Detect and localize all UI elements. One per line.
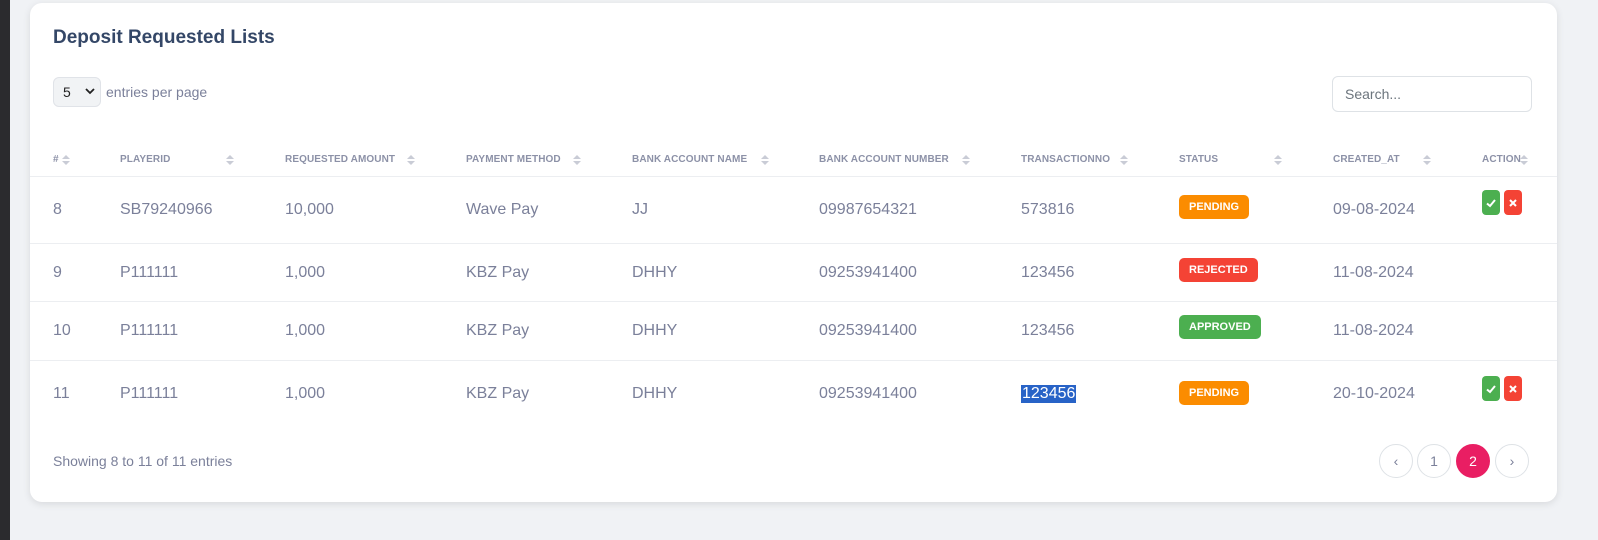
sort-icon[interactable] <box>1520 143 1528 176</box>
row-account-name: DHHY <box>632 385 678 402</box>
row-created-at: 11-08-2024 <box>1333 322 1414 339</box>
column-header-playerid[interactable]: PLAYERID <box>120 143 170 176</box>
sort-icon[interactable] <box>962 143 970 176</box>
pagination-page-2[interactable]: 2 <box>1456 444 1490 478</box>
table-row: 11 P111111 1,000 KBZ Pay DHHY 0925394140… <box>30 361 1557 427</box>
row-created-at: 20-10-2024 <box>1333 385 1415 402</box>
per-page-value: 5 <box>63 84 71 100</box>
check-icon <box>1486 384 1496 393</box>
row-amount: 1,000 <box>285 322 326 339</box>
row-payment-method: KBZ Pay <box>466 322 530 339</box>
entries-per-page: 5 entries per page <box>53 76 207 108</box>
column-header-bank-account-name[interactable]: BANK ACCOUNT NAME <box>632 143 747 176</box>
chevron-down-icon <box>85 87 95 98</box>
column-header-payment-method[interactable]: PAYMENT METHOD <box>466 143 561 176</box>
row-id: 9 <box>53 263 62 281</box>
row-created-at: 09-08-2024 <box>1333 201 1415 218</box>
sort-icon[interactable] <box>62 143 70 176</box>
row-payment-method: KBZ Pay <box>466 385 530 402</box>
row-amount: 1,000 <box>285 385 326 402</box>
window-edge <box>0 0 10 540</box>
close-icon <box>1509 384 1517 393</box>
column-header-transactionno[interactable]: TRANSACTIONNO <box>1021 143 1110 176</box>
sort-icon[interactable] <box>573 143 581 176</box>
status-badge: APPROVED <box>1179 315 1261 339</box>
sort-icon[interactable] <box>1274 143 1282 176</box>
entries-summary: Showing 8 to 11 of 11 entries <box>53 453 233 469</box>
status-badge: PENDING <box>1179 381 1250 405</box>
row-player-id: P111111 <box>120 385 179 402</box>
table-row: 8 SB79240966 10,000 Wave Pay JJ 09987654… <box>30 177 1557 244</box>
reject-button[interactable] <box>1504 376 1522 401</box>
column-header-requested-amount[interactable]: REQUESTED AMOUNT <box>285 143 395 176</box>
reject-button[interactable] <box>1504 190 1522 215</box>
sort-icon[interactable] <box>1423 143 1431 176</box>
column-header-action[interactable]: ACTION <box>1482 143 1521 176</box>
row-transaction-no: 123456 <box>1021 263 1075 281</box>
table-row: 9 P111111 1,000 KBZ Pay DHHY 09253941400… <box>30 244 1557 302</box>
row-account-number: 09253941400 <box>819 322 917 339</box>
search-input[interactable] <box>1332 76 1532 112</box>
status-badge: PENDING <box>1179 195 1250 219</box>
close-icon <box>1509 198 1517 207</box>
row-player-id: SB79240966 <box>120 201 213 218</box>
row-account-number: 09987654321 <box>819 201 917 218</box>
row-transaction-no-cell: 123456 <box>1021 361 1077 427</box>
table-row: 10 P111111 1,000 KBZ Pay DHHY 0925394140… <box>30 302 1557 361</box>
column-header-status[interactable]: STATUS <box>1179 143 1218 176</box>
per-page-select[interactable]: 5 <box>53 77 101 107</box>
column-header-id[interactable]: # <box>53 143 59 176</box>
check-icon <box>1486 198 1496 207</box>
deposit-requests-card: Deposit Requested Lists 5 entries per pa… <box>30 3 1557 502</box>
pagination-next-button[interactable]: › <box>1495 444 1529 478</box>
column-header-created-at[interactable]: CREATED_AT <box>1333 143 1400 176</box>
row-account-name: DHHY <box>632 322 678 339</box>
row-id: 8 <box>53 201 62 218</box>
row-player-id: P111111 <box>120 322 179 339</box>
sort-icon[interactable] <box>1120 143 1128 176</box>
row-created-at: 11-08-2024 <box>1333 263 1414 281</box>
sort-icon[interactable] <box>407 143 415 176</box>
row-payment-method: Wave Pay <box>466 201 539 218</box>
row-amount: 10,000 <box>285 201 334 218</box>
table-header: # PLAYERID REQUESTED AMOUNT PAYMENT METH… <box>30 143 1557 177</box>
row-account-number: 09253941400 <box>819 263 917 281</box>
status-badge: REJECTED <box>1179 258 1258 282</box>
sort-icon[interactable] <box>761 143 769 176</box>
row-account-number: 09253941400 <box>819 385 917 402</box>
column-header-bank-account-number[interactable]: BANK ACCOUNT NUMBER <box>819 143 949 176</box>
approve-button[interactable] <box>1482 190 1500 215</box>
row-account-name: JJ <box>632 201 648 218</box>
row-player-id: P111111 <box>120 263 179 281</box>
page-title: Deposit Requested Lists <box>53 27 275 48</box>
per-page-label: entries per page <box>106 84 208 100</box>
row-id: 10 <box>53 322 71 339</box>
row-transaction-no: 573816 <box>1021 201 1075 218</box>
pagination-prev-button[interactable]: ‹ <box>1379 444 1413 478</box>
row-account-name: DHHY <box>632 263 678 281</box>
row-transaction-no-selected: 123456 <box>1021 385 1077 403</box>
row-id: 11 <box>53 385 70 402</box>
pagination-page-1[interactable]: 1 <box>1417 444 1451 478</box>
row-transaction-no: 123456 <box>1021 322 1075 339</box>
row-amount: 1,000 <box>285 263 326 281</box>
approve-button[interactable] <box>1482 376 1500 401</box>
sort-icon[interactable] <box>226 143 234 176</box>
row-payment-method: KBZ Pay <box>466 263 530 281</box>
